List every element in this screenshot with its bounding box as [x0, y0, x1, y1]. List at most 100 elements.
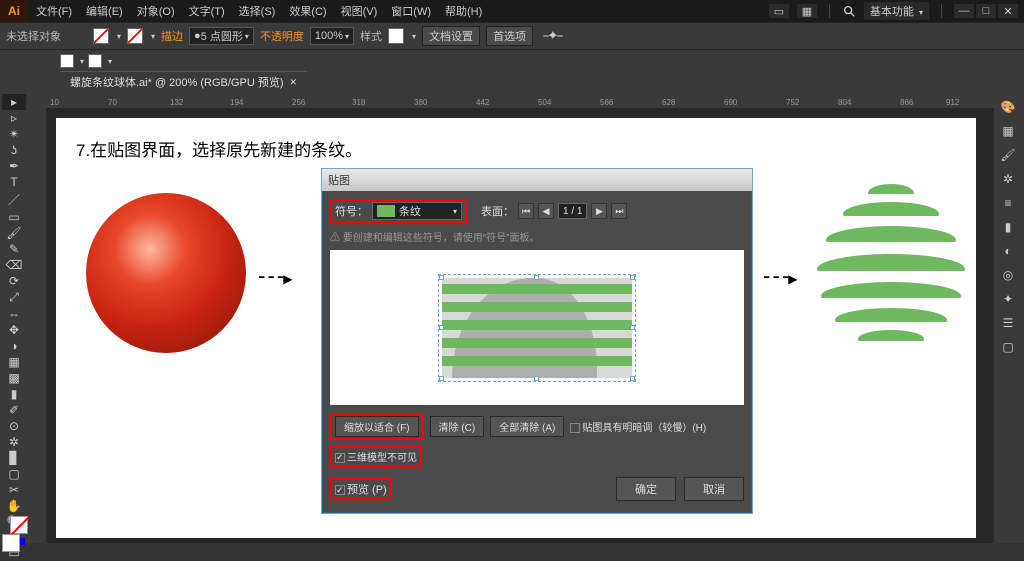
panel-transparency-icon[interactable]: ◐ [996, 240, 1020, 262]
options-bar: 未选择对象 ▾ ▾ 描边 ● 5 点圆形 ▾ 不透明度 100% ▾ 样式 ▾ … [0, 22, 1024, 50]
control-bar: ▾ ▾ [0, 50, 1024, 72]
mapped-art[interactable] [442, 278, 632, 378]
panel-swatches-icon[interactable]: ▦ [996, 120, 1020, 142]
menu-window[interactable]: 窗口(W) [391, 3, 431, 19]
ok-button[interactable]: 确定 [616, 477, 676, 501]
main-menu: 文件(F) 编辑(E) 对象(O) 文字(T) 选择(S) 效果(C) 视图(V… [28, 3, 482, 19]
cb-stroke-swatch[interactable] [88, 54, 102, 68]
clear-all-button[interactable]: 全部清除 (A) [490, 416, 564, 437]
shape-builder-tool-icon[interactable]: ◑ [2, 338, 26, 354]
surface-first-icon[interactable]: ⏮ [518, 203, 534, 219]
surface-last-icon[interactable]: ⏭ [611, 203, 627, 219]
scale-fit-button[interactable]: 缩放以适合 (F) [335, 416, 419, 437]
direct-select-tool-icon[interactable]: ▹ [2, 110, 26, 126]
clear-button[interactable]: 清除 (C) [430, 416, 485, 437]
stroke-label[interactable]: 描边 [161, 28, 183, 44]
menu-select[interactable]: 选择(S) [239, 3, 276, 19]
menu-effect[interactable]: 效果(C) [289, 3, 326, 19]
cb-fill-swatch[interactable] [60, 54, 74, 68]
panel-graphic-styles-icon[interactable]: ✦ [996, 288, 1020, 310]
style-label: 样式 [360, 28, 382, 44]
spiral-sphere-art [816, 178, 966, 358]
graph-tool-icon[interactable]: ▊ [2, 450, 26, 466]
tab-close-icon[interactable]: ✕ [289, 77, 297, 88]
pen-tool-icon[interactable]: ✒ [2, 158, 26, 174]
menu-help[interactable]: 帮助(H) [445, 3, 482, 19]
panel-stroke-icon[interactable]: ≡ [996, 192, 1020, 214]
menu-file[interactable]: 文件(F) [36, 3, 72, 19]
dialog-hint: ⚠ 要创建和编辑这些符号，请使用“符号”面板。 [330, 229, 744, 244]
magic-wand-tool-icon[interactable]: ✴ [2, 126, 26, 142]
map-preview[interactable] [330, 250, 744, 405]
free-transform-tool-icon[interactable]: ✥ [2, 322, 26, 338]
search-icon[interactable] [842, 4, 856, 18]
stroke-color-swatch[interactable] [10, 516, 28, 534]
panel-color-icon[interactable]: 🎨 [996, 96, 1020, 118]
perspective-tool-icon[interactable]: ▦ [2, 354, 26, 370]
maximize-icon[interactable]: □ [976, 4, 996, 18]
panel-artboards-icon[interactable]: ▢ [996, 336, 1020, 358]
lasso-tool-icon[interactable]: ʖ [2, 142, 26, 158]
type-tool-icon[interactable]: T [2, 174, 26, 190]
eraser-tool-icon[interactable]: ⌫ [2, 257, 26, 273]
rectangle-tool-icon[interactable]: ▭ [2, 209, 26, 225]
align-icon[interactable]: ⎯✦⎯ [543, 30, 563, 43]
minimize-icon[interactable]: — [954, 4, 974, 18]
symbol-selector-highlight: 符号： 条纹 ▾ [330, 199, 467, 223]
panel-layers-icon[interactable]: ☰ [996, 312, 1020, 334]
document-tab-bar: 螺旋条纹球体.ai* @ 200% (RGB/GPU 预览) ✕ [0, 72, 1024, 92]
surface-prev-icon[interactable]: ◀ [538, 203, 554, 219]
fill-color-swatch[interactable] [2, 534, 20, 552]
invisible-checkbox[interactable]: 三维模型不可见 [335, 449, 417, 464]
title-bar: Ai 文件(F) 编辑(E) 对象(O) 文字(T) 选择(S) 效果(C) 视… [0, 0, 1024, 22]
symbol-dropdown[interactable]: 条纹 ▾ [372, 202, 462, 220]
stroke-dropdown-icon[interactable]: ▾ [151, 32, 155, 41]
panel-symbols-icon[interactable]: ✲ [996, 168, 1020, 190]
surface-next-icon[interactable]: ▶ [591, 203, 607, 219]
width-tool-icon[interactable]: ⇔ [2, 306, 26, 322]
menu-type[interactable]: 文字(T) [189, 3, 225, 19]
brush-tool-icon[interactable]: 🖌 [2, 225, 26, 241]
fill-dropdown-icon[interactable]: ▾ [117, 32, 121, 41]
arrange-icon[interactable]: ▦ [797, 4, 817, 18]
prefs-button[interactable]: 首选项 [486, 26, 533, 46]
eyedropper-tool-icon[interactable]: ✐ [2, 402, 26, 418]
canvas[interactable]: 7.在贴图界面，选择原先新建的条纹。 - - - - - - 贴图 [46, 108, 994, 543]
pencil-tool-icon[interactable]: ✎ [2, 241, 26, 257]
line-tool-icon[interactable]: ／ [2, 190, 26, 209]
opacity-label[interactable]: 不透明度 [260, 28, 304, 44]
workspace-switcher[interactable]: 基本功能 ▾ [864, 2, 929, 20]
shade-checkbox[interactable]: 贴图具有明暗调（较慢）(H) [570, 419, 706, 434]
cancel-button[interactable]: 取消 [684, 477, 744, 501]
panel-gradient-icon[interactable]: ▮ [996, 216, 1020, 238]
gradient-tool-icon[interactable]: ▮ [2, 386, 26, 402]
blend-tool-icon[interactable]: ⊙ [2, 418, 26, 434]
rotate-tool-icon[interactable]: ⟳ [2, 273, 26, 289]
opacity-field[interactable]: 100% ▾ [310, 27, 354, 45]
stroke-weight-field[interactable]: ● 5 点圆形 ▾ [189, 27, 254, 45]
close-icon[interactable]: ✕ [998, 4, 1018, 18]
surface-page-field[interactable]: 1 / 1 [558, 203, 587, 219]
panel-brushes-icon[interactable]: 🖌 [996, 144, 1020, 166]
document-tab[interactable]: 螺旋条纹球体.ai* @ 200% (RGB/GPU 预览) ✕ [60, 71, 307, 92]
symbol-dropdown-icon[interactable]: ▾ [453, 207, 457, 216]
stroke-swatch[interactable] [127, 28, 143, 44]
preview-checkbox[interactable]: 预览 (P) [335, 481, 387, 497]
panel-dock-right: 🎨 ▦ 🖌 ✲ ≡ ▮ ◐ ◎ ✦ ☰ ▢ [994, 92, 1024, 543]
scale-tool-icon[interactable]: ⤢ [2, 289, 26, 306]
menu-object[interactable]: 对象(O) [137, 3, 175, 19]
menu-view[interactable]: 视图(V) [341, 3, 378, 19]
artboard-tool-icon[interactable]: ▢ [2, 466, 26, 482]
doc-setup-button[interactable]: 文档设置 [422, 26, 480, 46]
symbol-spray-tool-icon[interactable]: ✲ [2, 434, 26, 450]
fill-swatch[interactable] [93, 28, 109, 44]
slice-tool-icon[interactable]: ✂ [2, 482, 26, 498]
style-dropdown-icon[interactable]: ▾ [412, 32, 416, 41]
layout-icon[interactable]: ▭ [769, 4, 789, 18]
style-swatch[interactable] [388, 28, 404, 44]
menu-edit[interactable]: 编辑(E) [86, 3, 123, 19]
hand-tool-icon[interactable]: ✋ [2, 498, 26, 514]
panel-appearance-icon[interactable]: ◎ [996, 264, 1020, 286]
selection-tool-icon[interactable]: ▸ [2, 94, 26, 110]
mesh-tool-icon[interactable]: ▩ [2, 370, 26, 386]
